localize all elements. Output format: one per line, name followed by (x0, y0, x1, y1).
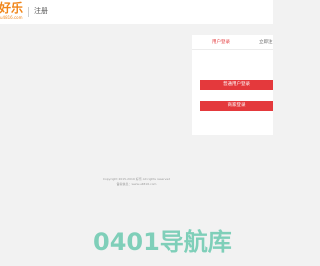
header-divider (28, 7, 29, 17)
tab-user-login[interactable]: 用户登录 (212, 40, 230, 46)
page-title: 注册 (34, 7, 48, 15)
footer: Copyright 2015-2019 好乐 All rights reserv… (0, 177, 273, 186)
watermark-text: 0401导航库 (93, 228, 232, 256)
tab-register[interactable]: 立即注 (259, 40, 273, 46)
site-logo-subtitle: u4816.com (0, 15, 23, 20)
user-login-button[interactable]: 普通用户登录 (200, 80, 273, 90)
footer-record: 备案信息：www.u4816.com (116, 181, 157, 186)
top-bar: 好乐 u4816.com 注册 (0, 0, 273, 24)
login-card: 用户登录 立即注 普通用户登录 商家登录 (192, 35, 273, 135)
site-logo[interactable]: 好乐 (0, 2, 23, 15)
merchant-login-button[interactable]: 商家登录 (200, 101, 273, 111)
tab-divider (192, 49, 273, 50)
